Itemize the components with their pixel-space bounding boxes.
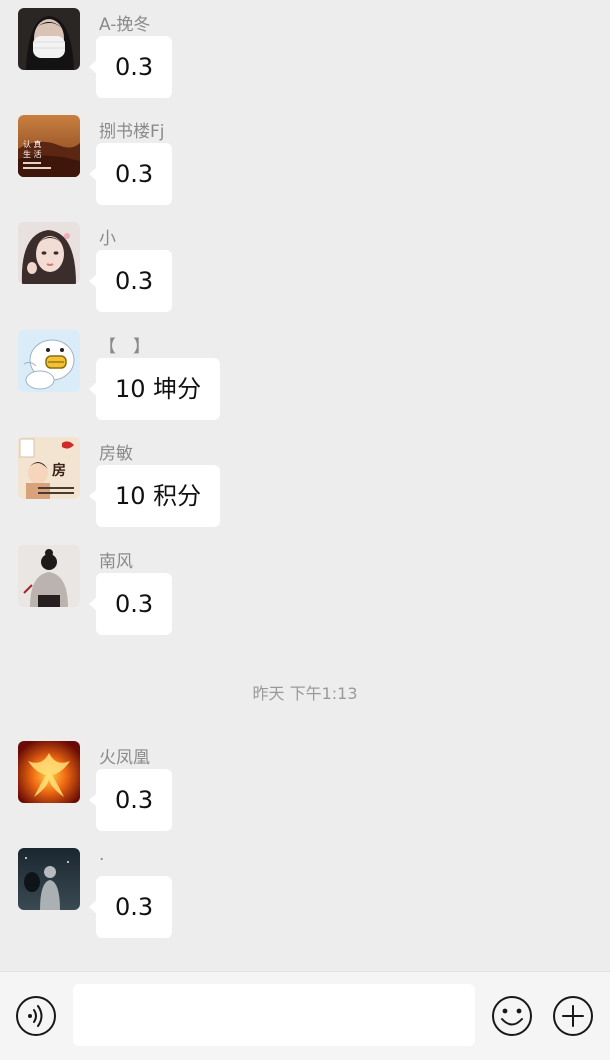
avatar[interactable]: [18, 222, 80, 284]
avatar[interactable]: [18, 545, 80, 607]
sender-name: 南风: [99, 552, 133, 572]
avatar[interactable]: [18, 741, 80, 803]
message-bubble[interactable]: 0.3: [88, 143, 173, 205]
input-bar: [0, 971, 610, 1060]
avatar[interactable]: 认 真 生 活: [18, 115, 80, 177]
sender-name: 房敏: [99, 444, 133, 464]
message-item: 认 真 生 活 捌书楼Fj 0.3: [0, 115, 610, 215]
message-item: 火凤凰 0.3: [0, 741, 610, 841]
sender-name: 小: [99, 229, 116, 249]
emoji-icon[interactable]: [490, 994, 534, 1038]
avatar[interactable]: [18, 848, 80, 910]
sender-name: 【 】: [99, 337, 150, 357]
message-item: · 0.3: [0, 848, 610, 948]
sender-name: 火凤凰: [99, 748, 150, 768]
message-bubble[interactable]: 0.3: [88, 573, 173, 635]
message-item: 【 】 10 坤分: [0, 330, 610, 430]
voice-icon[interactable]: [14, 994, 58, 1038]
svg-text:认 真: 认 真: [23, 139, 42, 149]
message-bubble[interactable]: 10 坤分: [88, 358, 221, 420]
avatar[interactable]: [18, 8, 80, 70]
avatar[interactable]: [18, 330, 80, 392]
message-bubble[interactable]: 0.3: [88, 250, 173, 312]
svg-text:房: 房: [52, 462, 66, 479]
message-bubble[interactable]: 0.3: [88, 36, 173, 98]
plus-icon[interactable]: [551, 994, 595, 1038]
sender-name: A-挽冬: [99, 15, 151, 35]
message-bubble[interactable]: 0.3: [88, 769, 173, 831]
message-item: A-挽冬 0.3: [0, 8, 610, 108]
message-item: 房 房敏 10 积分: [0, 437, 610, 537]
sender-name: 捌书楼Fj: [99, 122, 165, 142]
avatar[interactable]: 房: [18, 437, 80, 499]
message-bubble[interactable]: 0.3: [88, 876, 173, 938]
message-item: 小 0.3: [0, 222, 610, 322]
message-item: 南风 0.3: [0, 545, 610, 645]
sender-name: ·: [99, 850, 105, 870]
svg-text:生 活: 生 活: [23, 149, 42, 159]
message-input[interactable]: [73, 984, 475, 1046]
timestamp-divider: 昨天 下午1:13: [252, 684, 358, 703]
message-bubble[interactable]: 10 积分: [88, 465, 221, 527]
